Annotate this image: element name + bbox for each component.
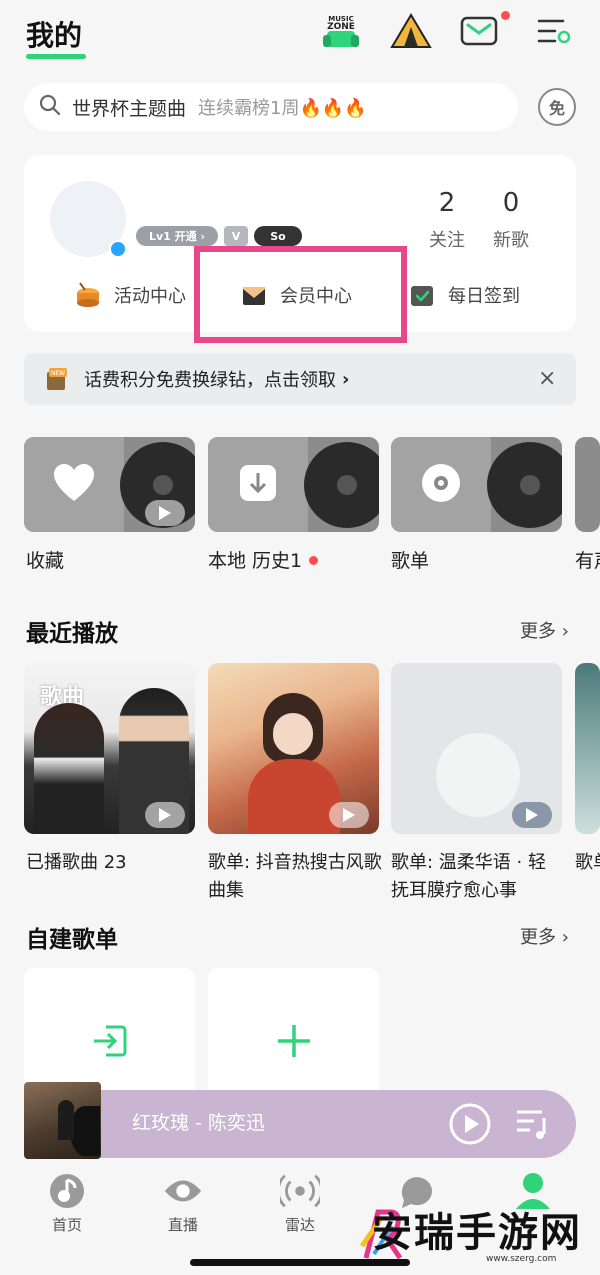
recent-label-songs: 已播歌曲 23: [26, 852, 127, 873]
tile-label-audio: 有声: [575, 550, 600, 572]
home-note-icon: [47, 1172, 87, 1210]
eye-icon: [163, 1172, 203, 1210]
album-disc: [70, 1106, 100, 1156]
recent-more-link[interactable]: 更多 ›: [520, 617, 569, 643]
vip-badge[interactable]: V: [224, 226, 248, 246]
recent-label-guofeng: 歌单: 抖音热搜古风歌曲集: [208, 852, 382, 901]
play-icon[interactable]: [329, 802, 369, 828]
title-underline: [26, 54, 86, 59]
search-bar[interactable]: 世界杯主题曲 连续霸榜1周🔥🔥🔥: [24, 83, 518, 131]
radar-icon: [280, 1172, 320, 1210]
following-label[interactable]: 关注: [417, 226, 477, 252]
tent-icon[interactable]: [388, 10, 434, 52]
promo-banner[interactable]: NEW 话费积分免费换绿钻，点击领取 ›: [24, 353, 576, 405]
disc-icon: [420, 462, 462, 508]
daily-checkin-link[interactable]: 每日签到: [408, 278, 520, 312]
watermark-url: www.szerg.com: [486, 1254, 557, 1264]
chevron-right-icon: ›: [342, 368, 350, 390]
promo-text: 话费积分免费换绿钻，点击领取: [84, 370, 336, 391]
calendar-check-icon: [408, 281, 436, 309]
recent-label-warm: 歌单: 温柔华语 · 轻抚耳膜疗愈心事: [391, 852, 546, 901]
player-track-title[interactable]: 红玫瑰 - 陈奕迅: [132, 1108, 265, 1135]
play-icon[interactable]: [145, 500, 185, 526]
activity-center-link[interactable]: 活动中心: [74, 278, 186, 312]
svg-text:ZONE: ZONE: [327, 22, 355, 32]
play-button[interactable]: [448, 1102, 492, 1150]
queue-icon: [514, 1110, 552, 1146]
watermark-text: 安瑞手游网: [372, 1209, 582, 1256]
daily-checkin-label: 每日签到: [448, 286, 520, 307]
recent-card-guofeng[interactable]: [208, 663, 379, 834]
highlight-box: [194, 246, 407, 343]
cover-face: [273, 713, 313, 755]
heart-icon: [52, 463, 96, 507]
mini-player[interactable]: [24, 1090, 576, 1158]
nav-live[interactable]: 直播: [138, 1172, 228, 1235]
recent-card-songs[interactable]: 歌曲: [24, 663, 195, 834]
recent-card-warm[interactable]: [391, 663, 562, 834]
tile-label-local: 本地 历史1: [208, 550, 303, 572]
cover-dress: [248, 759, 340, 834]
activity-center-label: 活动中心: [114, 286, 186, 307]
search-hint-sub: 连续霸榜1周🔥🔥🔥: [198, 98, 367, 119]
search-icon: [38, 93, 62, 122]
menu-icon[interactable]: [530, 10, 576, 52]
nav-home-label: 首页: [51, 1216, 82, 1234]
tile-audio[interactable]: [575, 437, 600, 532]
play-circle-icon: [448, 1103, 492, 1150]
recent-card-more[interactable]: [575, 663, 600, 834]
history-dot: [309, 556, 318, 565]
plus-icon: [274, 1021, 314, 1065]
recent-label-more: 歌单: [575, 852, 600, 873]
tile-favorites[interactable]: [24, 437, 195, 532]
tile-local[interactable]: [208, 437, 379, 532]
following-count[interactable]: 2: [417, 188, 477, 218]
close-icon[interactable]: ×: [538, 366, 556, 391]
home-indicator[interactable]: [190, 1259, 410, 1266]
avatar-badge-icon: [109, 240, 127, 258]
recent-title: 最近播放: [26, 621, 118, 647]
player-album-art[interactable]: [24, 1082, 101, 1159]
nav-radar-label: 雷达: [284, 1216, 315, 1234]
playlists-title: 自建歌单: [26, 927, 118, 953]
nav-live-label: 直播: [167, 1216, 198, 1234]
new-songs-label[interactable]: 新歌: [481, 226, 541, 252]
svg-text:NEW: NEW: [51, 370, 65, 377]
import-icon: [90, 1021, 130, 1065]
play-icon[interactable]: [145, 802, 185, 828]
so-badge[interactable]: So: [254, 226, 302, 246]
download-icon: [239, 464, 277, 506]
level-badge[interactable]: Lv1 开通 ›: [136, 226, 218, 246]
cover-person-left: [34, 703, 104, 834]
promo-new-icon: NEW: [44, 366, 70, 392]
nav-home[interactable]: 首页: [22, 1172, 112, 1235]
playlists-more-link[interactable]: 更多 ›: [520, 923, 569, 949]
tile-label-playlists: 歌单: [391, 550, 430, 572]
playlist-queue-button[interactable]: [514, 1106, 552, 1146]
album-figure: [58, 1100, 74, 1140]
play-icon[interactable]: [512, 802, 552, 828]
cover-placeholder-circle: [436, 733, 520, 817]
mail-icon[interactable]: [456, 10, 502, 52]
nav-radar[interactable]: 雷达: [255, 1172, 345, 1235]
notification-dot: [501, 11, 510, 20]
new-songs-count[interactable]: 0: [481, 188, 541, 218]
drum-icon: [74, 281, 102, 309]
tile-label-favorites: 收藏: [26, 550, 65, 572]
free-mode-button[interactable]: 免: [538, 88, 576, 126]
tile-playlists[interactable]: [391, 437, 562, 532]
search-hint-main: 世界杯主题曲: [72, 97, 187, 120]
page-title: 我的: [26, 19, 83, 52]
music-zone-icon[interactable]: MUSIC ZONE: [318, 10, 364, 52]
